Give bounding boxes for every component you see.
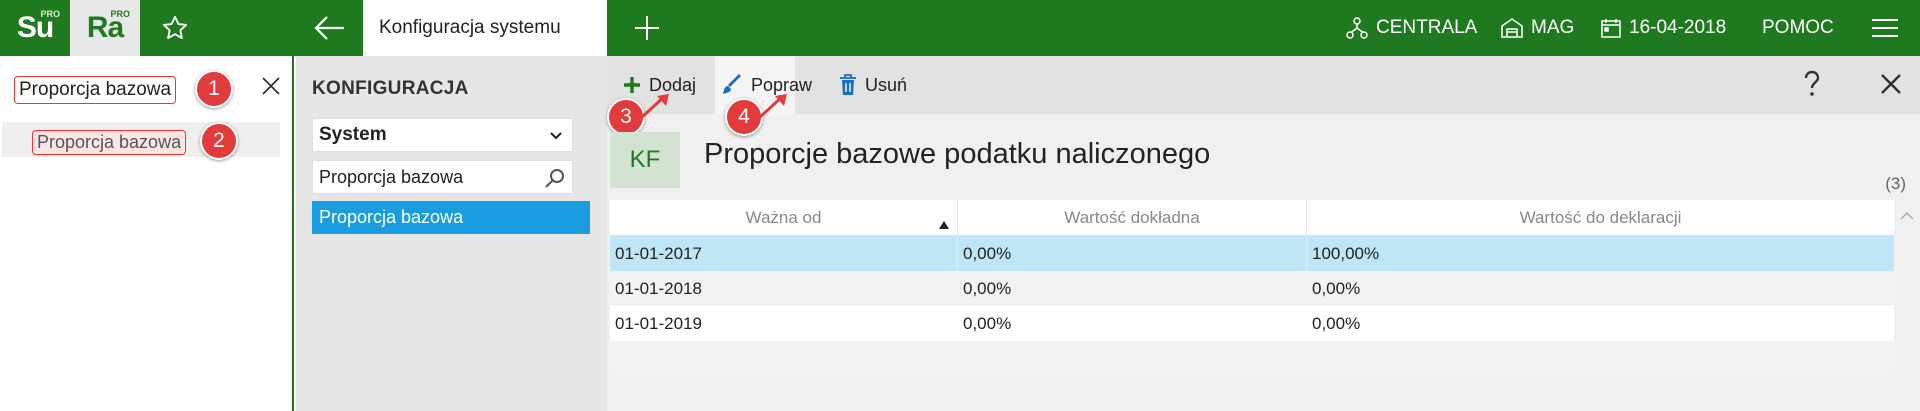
column-header-label: Ważna od <box>745 208 822 227</box>
config-item-label: Proporcja bazowa <box>319 207 464 227</box>
calendar-icon <box>1600 17 1622 39</box>
help-menu[interactable]: POMOC <box>1762 0 1834 56</box>
empty-row <box>610 341 1894 374</box>
warehouse-icon <box>1500 16 1524 40</box>
cell-exact-value: 0,00% <box>963 313 1012 333</box>
kf-tile: KF <box>610 132 680 188</box>
callout-badge-2: 2 <box>200 122 238 160</box>
question-icon[interactable] <box>1802 70 1822 103</box>
column-header-wartosc-dokladna[interactable]: Wartość dokładna <box>958 200 1307 236</box>
cell-exact-value: 0,00% <box>958 236 1307 271</box>
search-result-label[interactable]: Proporcja bazowa <box>32 130 187 155</box>
config-title: KONFIGURACJA <box>312 78 469 99</box>
column-header-wazna-od[interactable]: Ważna od <box>610 200 958 236</box>
chevron-down-icon <box>548 127 564 149</box>
brush-icon <box>721 74 743 96</box>
star-icon[interactable] <box>150 0 200 56</box>
delete-button-label: Usuń <box>865 74 908 95</box>
branch-selector[interactable]: CENTRALA <box>1345 0 1477 56</box>
app-subiekt-pro-badge: PRO <box>40 9 60 19</box>
cell-date: 01-01-2019 <box>615 313 702 333</box>
top-bar: Su PRO Ra PRO Konfiguracja systemu CENTR… <box>0 0 1920 56</box>
grid-header: Ważna od Wartość dokładna Wartość do dek… <box>610 200 1894 236</box>
callout-arrow-3 <box>639 94 669 120</box>
table-row[interactable]: 01-01-2017 0,00% 100,00% <box>610 236 1894 271</box>
page-title: Proporcje bazowe podatku naliczonego <box>704 138 1211 170</box>
data-grid: Ważna od Wartość dokładna Wartość do dek… <box>610 200 1894 374</box>
toolbar: Dodaj Popraw Usuń <box>607 56 1920 114</box>
cell-date: 01-01-2018 <box>615 278 702 298</box>
record-count: (3) <box>1885 174 1906 193</box>
search-icon[interactable] <box>544 167 566 194</box>
column-header-label: Wartość dokładna <box>1064 208 1200 227</box>
config-item-proporcja-bazowa[interactable]: Proporcja bazowa <box>312 201 590 234</box>
group-select-value: System <box>319 124 387 145</box>
search-panel: Proporcja bazowa 1 Proporcja bazowa 2 <box>0 56 294 411</box>
callout-badge-1: 1 <box>195 70 233 108</box>
config-filter-input[interactable]: Proporcja bazowa <box>312 160 573 194</box>
delete-button[interactable]: Usuń <box>839 56 907 114</box>
cell-declared-value: 0,00% <box>1312 278 1361 298</box>
tab-konfiguracja-systemu[interactable]: Konfiguracja systemu <box>363 0 607 56</box>
config-filter-value: Proporcja bazowa <box>319 166 464 187</box>
app-subiekt-tile[interactable]: Su PRO <box>0 0 70 56</box>
callout-arrow-4 <box>757 94 787 120</box>
search-input[interactable]: Proporcja bazowa <box>14 76 177 104</box>
warehouse-selector[interactable]: MAG <box>1500 0 1574 56</box>
cell-exact-value: 0,00% <box>963 278 1012 298</box>
table-row[interactable]: 01-01-2018 0,00% 0,00% <box>610 271 1894 306</box>
date-label: 16-04-2018 <box>1629 17 1727 38</box>
trash-icon <box>839 74 857 96</box>
column-header-label: Wartość do deklaracji <box>1519 208 1682 227</box>
scroll-up-icon[interactable] <box>1900 208 1914 226</box>
close-icon[interactable] <box>1880 73 1902 100</box>
sort-asc-icon <box>939 214 949 234</box>
date-selector[interactable]: 16-04-2018 <box>1600 0 1726 56</box>
warehouse-label: MAG <box>1531 17 1575 38</box>
hamburger-icon[interactable] <box>1862 0 1908 56</box>
cell-date: 01-01-2017 <box>610 236 958 271</box>
table-row[interactable]: 01-01-2019 0,00% 0,00% <box>610 306 1894 341</box>
help-label: POMOC <box>1762 17 1834 38</box>
config-panel: KONFIGURACJA System Proporcja bazowa Pro… <box>296 56 607 411</box>
main-content: Dodaj Popraw Usuń 3 4 KF Proporcje bazow… <box>607 56 1920 411</box>
app-rachmistrz-pro-badge: PRO <box>110 9 130 19</box>
close-icon[interactable] <box>260 75 282 102</box>
column-header-wartosc-do-deklaracji[interactable]: Wartość do deklaracji <box>1307 200 1894 236</box>
plus-icon[interactable] <box>627 0 667 56</box>
arrow-left-icon[interactable] <box>305 0 355 56</box>
branch-label: CENTRALA <box>1376 17 1478 38</box>
app-rachmistrz-tile[interactable]: Ra PRO <box>70 0 140 56</box>
cell-declared-value: 100,00% <box>1312 243 1380 263</box>
cell-declared-value: 0,00% <box>1312 313 1361 333</box>
group-select[interactable]: System <box>312 118 573 152</box>
network-icon <box>1345 16 1369 40</box>
tab-label: Konfiguracja systemu <box>379 17 561 38</box>
